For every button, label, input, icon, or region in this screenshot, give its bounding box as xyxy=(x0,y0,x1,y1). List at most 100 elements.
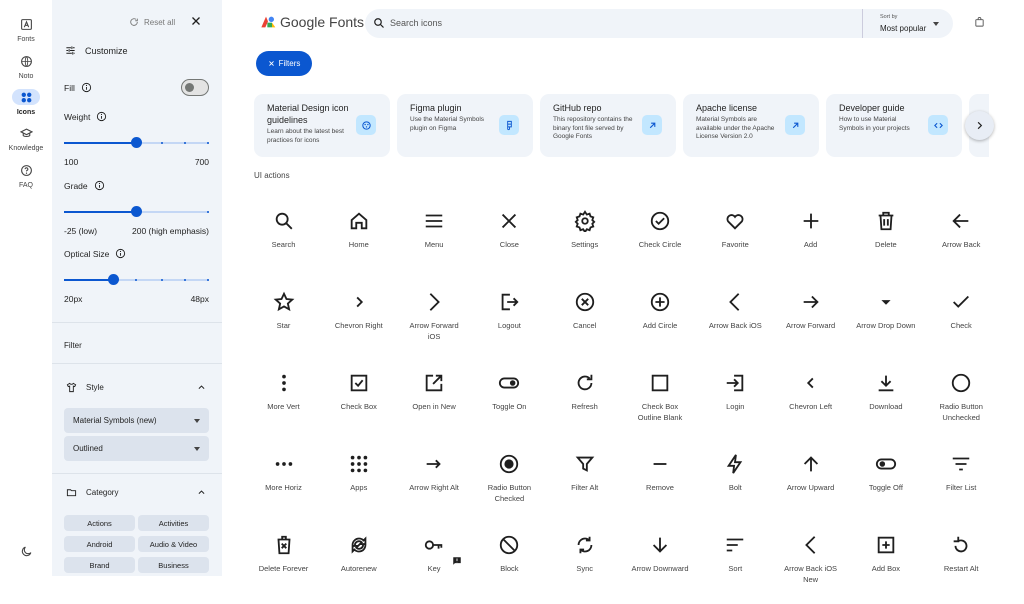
icon-tile[interactable]: Arrow Drop Down xyxy=(848,281,923,361)
close-icon[interactable] xyxy=(189,14,203,28)
icon-tile[interactable]: Arrow Back iOS New xyxy=(773,524,848,604)
shopping-bag-icon[interactable] xyxy=(974,16,985,28)
resource-card[interactable]: GitHub repo This repository contains the… xyxy=(540,94,676,157)
reset-all-button[interactable]: Reset all xyxy=(129,17,175,27)
icon-tile[interactable]: Settings xyxy=(547,200,622,280)
icon-tile[interactable]: Radio Button Unchecked xyxy=(924,362,999,442)
icon-tile[interactable]: Check xyxy=(924,281,999,361)
category-section-header[interactable]: Category xyxy=(66,487,118,498)
icon-tile[interactable]: Close xyxy=(472,200,547,280)
icon-tile-label: Login xyxy=(726,402,745,411)
icon-tile[interactable]: More Horiz xyxy=(246,443,321,523)
rail-item-knowledge[interactable]: Knowledge xyxy=(0,125,52,152)
grade-slider[interactable] xyxy=(64,206,209,218)
rail-item-faq[interactable]: FAQ xyxy=(0,162,52,189)
icon-tile[interactable]: Remove xyxy=(623,443,698,523)
icon-tile[interactable]: Add Box xyxy=(848,524,923,604)
category-chip[interactable]: Audio & Video xyxy=(138,536,209,552)
icon-tile[interactable]: Autorenew xyxy=(321,524,396,604)
resource-card[interactable]: Material Design icon guidelines Learn ab… xyxy=(254,94,390,157)
grade-slider-thumb[interactable] xyxy=(131,206,142,217)
icon-tile[interactable]: Sync xyxy=(547,524,622,604)
info-icon[interactable] xyxy=(115,248,126,259)
font-icon xyxy=(12,16,40,32)
icon-tile[interactable]: Chevron Left xyxy=(773,362,848,442)
weight-slider[interactable] xyxy=(64,137,209,149)
chevron-up-icon[interactable] xyxy=(197,383,206,392)
icon-tile[interactable]: Search xyxy=(246,200,321,280)
icon-tile[interactable]: Delete xyxy=(848,200,923,280)
category-chip[interactable]: Brand xyxy=(64,557,135,573)
google-fonts-logo[interactable]: Google Fonts xyxy=(260,14,364,30)
icon-tile[interactable]: Radio Button Checked xyxy=(472,443,547,523)
icon-tile[interactable]: Toggle Off xyxy=(848,443,923,523)
resource-card[interactable]: Apache license Material Symbols are avai… xyxy=(683,94,819,157)
icon-tile-label: Remove xyxy=(646,483,674,492)
optical-size-slider[interactable] xyxy=(64,274,209,286)
icon-tile[interactable]: Sort xyxy=(698,524,773,604)
icon-tile[interactable]: Apps xyxy=(321,443,396,523)
chevron-up-icon[interactable] xyxy=(197,488,206,497)
category-chip[interactable]: Actions xyxy=(64,515,135,531)
category-chip[interactable]: Android xyxy=(64,536,135,552)
search-icon xyxy=(374,18,384,28)
rail-item-icons[interactable]: Icons xyxy=(0,89,52,116)
icon-tile[interactable]: Check Box Outline Blank xyxy=(623,362,698,442)
icon-tile[interactable]: Check Box xyxy=(321,362,396,442)
icon-tile[interactable]: Delete Forever xyxy=(246,524,321,604)
icon-tile-label: Star xyxy=(276,321,291,330)
icon-tile[interactable]: Bolt xyxy=(698,443,773,523)
info-icon[interactable] xyxy=(96,111,107,122)
icon-tile[interactable]: Block xyxy=(472,524,547,604)
optical-size-slider-thumb[interactable] xyxy=(108,274,119,285)
theme-toggle[interactable] xyxy=(0,543,52,563)
sort-select[interactable]: Sort by Most popular xyxy=(862,9,953,38)
icon-tile[interactable]: Add xyxy=(773,200,848,280)
icon-tile[interactable]: More Vert xyxy=(246,362,321,442)
icon-tile[interactable]: Login xyxy=(698,362,773,442)
icon-tile[interactable]: Download xyxy=(848,362,923,442)
icon-tile[interactable]: Arrow Forward xyxy=(773,281,848,361)
icon-tile[interactable]: Filter List xyxy=(924,443,999,523)
search-bar[interactable]: Search icons Sort by Most popular xyxy=(365,9,953,38)
icon-tile[interactable]: Chevron Right xyxy=(321,281,396,361)
icon-tile[interactable]: Refresh xyxy=(547,362,622,442)
filter-heading: Filter xyxy=(64,341,82,350)
icon-tile[interactable]: Star xyxy=(246,281,321,361)
style-variant-select[interactable]: Outlined xyxy=(64,436,209,461)
weight-slider-thumb[interactable] xyxy=(131,137,142,148)
carousel-next-button[interactable] xyxy=(965,111,994,140)
rail-item-noto[interactable]: Noto xyxy=(0,53,52,80)
feedback-icon[interactable] xyxy=(452,556,462,566)
style-family-select[interactable]: Material Symbols (new) xyxy=(64,408,209,433)
info-icon[interactable] xyxy=(94,180,105,191)
icon-tile[interactable]: Arrow Right Alt xyxy=(397,443,472,523)
icon-tile[interactable]: Add Circle xyxy=(623,281,698,361)
icon-tile[interactable]: Arrow Downward xyxy=(623,524,698,604)
icon-tile[interactable]: Check Circle xyxy=(623,200,698,280)
fill-toggle[interactable] xyxy=(181,79,209,96)
style-section-header[interactable]: Style xyxy=(66,382,104,393)
icon-tile[interactable]: Logout xyxy=(472,281,547,361)
icon-tile[interactable]: Arrow Back xyxy=(924,200,999,280)
icon-tile[interactable]: Arrow Forward iOS xyxy=(397,281,472,361)
category-chip[interactable]: Business xyxy=(138,557,209,573)
resource-card[interactable]: Figma plugin Use the Material Symbols pl… xyxy=(397,94,533,157)
icon-tile[interactable]: Arrow Back iOS xyxy=(698,281,773,361)
icon-tile[interactable]: Home xyxy=(321,200,396,280)
icon-tile[interactable]: Toggle On xyxy=(472,362,547,442)
icon-tile[interactable]: Restart Alt xyxy=(924,524,999,604)
icon-tile[interactable]: Menu xyxy=(397,200,472,280)
icon-tile-label: Sort xyxy=(728,564,743,573)
resource-card[interactable]: Developer guide How to use Material Symb… xyxy=(826,94,962,157)
category-chip[interactable]: Activities xyxy=(138,515,209,531)
icon-tile[interactable]: Filter Alt xyxy=(547,443,622,523)
icon-tile[interactable]: Cancel xyxy=(547,281,622,361)
icon-tile[interactable]: Arrow Upward xyxy=(773,443,848,523)
search-input[interactable]: Search icons xyxy=(390,18,442,28)
icon-tile[interactable]: Open in New xyxy=(397,362,472,442)
info-icon[interactable] xyxy=(81,82,92,93)
rail-item-fonts[interactable]: Fonts xyxy=(0,16,52,43)
icon-tile[interactable]: Favorite xyxy=(698,200,773,280)
filters-button[interactable]: Filters xyxy=(256,51,312,76)
